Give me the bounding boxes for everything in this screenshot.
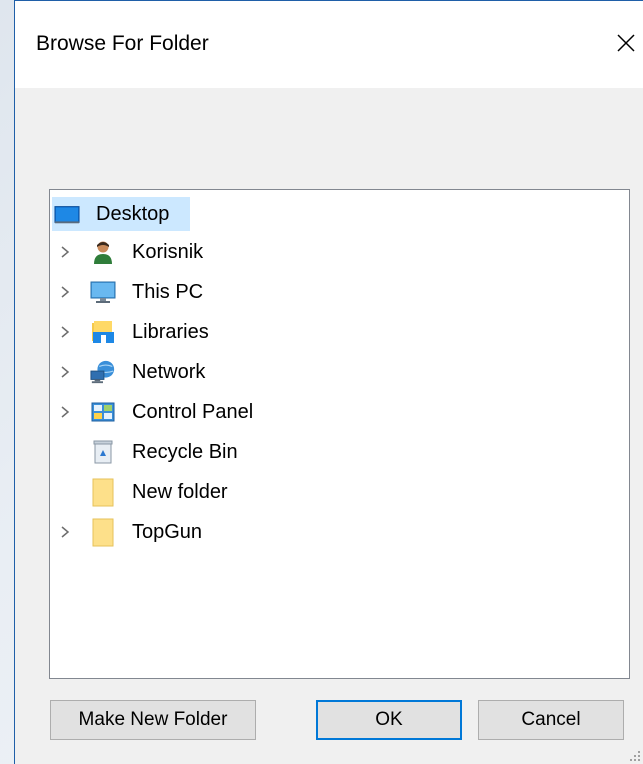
cancel-button[interactable]: Cancel bbox=[478, 700, 624, 740]
chevron-right-icon[interactable] bbox=[57, 404, 73, 420]
tree-item-libraries[interactable]: Libraries bbox=[50, 313, 610, 351]
libraries-icon bbox=[90, 319, 116, 345]
tree-item-label: Korisnik bbox=[132, 240, 204, 263]
tree-item-recycle-bin[interactable]: Recycle Bin bbox=[50, 433, 610, 471]
make-new-folder-button[interactable]: Make New Folder bbox=[50, 700, 256, 740]
folder-icon bbox=[90, 478, 116, 507]
tree-item-label: Desktop bbox=[96, 202, 170, 225]
tree-item-label: Recycle Bin bbox=[132, 440, 238, 463]
resize-grip-icon[interactable] bbox=[629, 750, 641, 762]
folder-icon bbox=[90, 518, 116, 547]
desktop-icon bbox=[54, 201, 80, 227]
tree-item-this-pc[interactable]: This PC bbox=[50, 273, 610, 311]
chevron-right-icon[interactable] bbox=[57, 284, 73, 300]
close-button[interactable] bbox=[611, 28, 641, 58]
chevron-right-icon[interactable] bbox=[57, 524, 73, 540]
ok-button[interactable]: OK bbox=[316, 700, 462, 740]
recycle-bin-icon bbox=[90, 439, 116, 465]
chevron-right-icon[interactable] bbox=[57, 244, 73, 260]
tree-item-label: Libraries bbox=[132, 320, 209, 343]
title-bar: Browse For Folder bbox=[15, 1, 643, 88]
tree-item-network[interactable]: Network bbox=[50, 353, 610, 391]
monitor-icon bbox=[90, 279, 116, 305]
tree-item-label: Network bbox=[132, 360, 206, 383]
browse-for-folder-dialog: Browse For Folder Desktop Korisnik This … bbox=[14, 0, 643, 764]
chevron-right-icon[interactable] bbox=[57, 364, 73, 380]
tree-item-label: New folder bbox=[132, 480, 228, 503]
tree-item-label: This PC bbox=[132, 280, 204, 303]
network-icon bbox=[90, 359, 116, 385]
tree-item-desktop[interactable]: Desktop bbox=[50, 195, 610, 233]
chevron-right-icon[interactable] bbox=[57, 324, 73, 340]
control-panel-icon bbox=[90, 399, 116, 425]
tree-item-control-panel[interactable]: Control Panel bbox=[50, 393, 610, 431]
tree-item-korisnik[interactable]: Korisnik bbox=[50, 233, 610, 271]
tree-item-label: Control Panel bbox=[132, 400, 254, 423]
tree-item-label: TopGun bbox=[132, 520, 203, 543]
user-icon bbox=[90, 239, 116, 265]
close-icon bbox=[617, 34, 635, 52]
tree-item-topgun[interactable]: TopGun bbox=[50, 513, 610, 551]
dialog-title: Browse For Folder bbox=[36, 32, 209, 55]
folder-tree[interactable]: Desktop Korisnik This PC Libraries Netwo… bbox=[49, 189, 630, 679]
tree-item-new-folder[interactable]: New folder bbox=[50, 473, 610, 511]
